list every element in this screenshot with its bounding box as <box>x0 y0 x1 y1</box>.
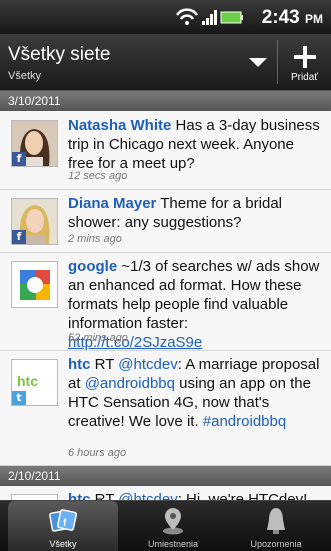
list-item[interactable]: f Natasha White Has a 3-day business tri… <box>0 111 331 190</box>
hashtag[interactable]: #androidbbq <box>203 413 286 430</box>
avatar: f <box>11 198 58 245</box>
tab-all-label: Všetky <box>49 539 77 549</box>
post-author[interactable]: htc <box>68 491 91 500</box>
avatar: htc t <box>11 359 58 406</box>
mention[interactable]: @htcdev <box>118 356 177 373</box>
add-icon <box>294 46 316 68</box>
list-item[interactable]: htc t htc RT @htcdev: A marriage proposa… <box>0 351 331 466</box>
header-bar: Všetky siete Všetky Pridať <box>0 34 331 91</box>
bell-icon <box>267 508 285 534</box>
twitter-icon: t <box>12 391 26 405</box>
social-tab-icon: f <box>49 509 78 532</box>
tab-notifications-label: Upozornenia <box>250 539 302 549</box>
post-author[interactable]: htc <box>68 356 91 373</box>
tab-all[interactable]: f Všetky <box>8 501 118 551</box>
post-time: 12 secs ago <box>68 170 128 182</box>
clock-ampm: PM <box>305 12 323 26</box>
status-bar: 2:43 PM <box>0 0 331 34</box>
svg-text:htc: htc <box>17 373 38 389</box>
retweet-label: RT <box>90 356 119 373</box>
google-logo-icon <box>12 262 57 307</box>
tab-bar: f Všetky Umiestnenia Upozornenia <box>0 500 331 551</box>
dropdown-arrow-icon[interactable] <box>249 58 267 67</box>
wifi-icon <box>175 8 199 25</box>
date-separator: 2/10/2011 <box>0 466 331 486</box>
battery-icon <box>220 11 243 24</box>
signal-icon <box>202 10 217 25</box>
clock-time: 2:43 <box>261 7 300 28</box>
location-pin-icon <box>163 508 183 535</box>
tab-locations-label: Umiestnenia <box>147 539 199 549</box>
post-author[interactable]: Diana Mayer <box>68 195 156 212</box>
avatar <box>11 261 58 308</box>
tab-notifications[interactable]: Upozornenia <box>221 501 331 551</box>
retweet-label: RT <box>90 491 119 500</box>
mention[interactable]: @htcdev <box>118 491 177 500</box>
status-icons <box>175 8 243 25</box>
network-selector-title[interactable]: Všetky siete <box>8 44 110 66</box>
add-button-label: Pridať <box>290 72 319 83</box>
clock: 2:43 PM <box>262 7 323 29</box>
list-item[interactable]: htc htc RT @htcdev: Hi, we're HTCdev! Co… <box>0 486 331 500</box>
facebook-icon: f <box>12 230 26 244</box>
list-item[interactable]: f Diana Mayer Theme for a bridal shower:… <box>0 190 331 253</box>
avatar: f <box>11 120 58 167</box>
post-author[interactable]: Natasha White <box>68 117 171 134</box>
list-item[interactable]: google ~1/3 of searches w/ ads show an e… <box>0 253 331 351</box>
feed-list[interactable]: 3/10/2011 f Natasha White Has a 3-day bu… <box>0 91 331 500</box>
post-time: 52 mins ago <box>68 332 128 344</box>
post-time: 2 mins ago <box>68 233 122 245</box>
post-author[interactable]: google <box>68 258 117 275</box>
network-selector-subtitle: Všetky <box>8 70 42 82</box>
add-button[interactable]: Pridať <box>278 34 331 90</box>
facebook-icon: f <box>12 152 26 166</box>
date-separator: 3/10/2011 <box>0 91 331 111</box>
mention[interactable]: @androidbbq <box>85 375 175 392</box>
post-time: 6 hours ago <box>68 447 127 459</box>
tab-locations[interactable]: Umiestnenia <box>118 501 228 551</box>
